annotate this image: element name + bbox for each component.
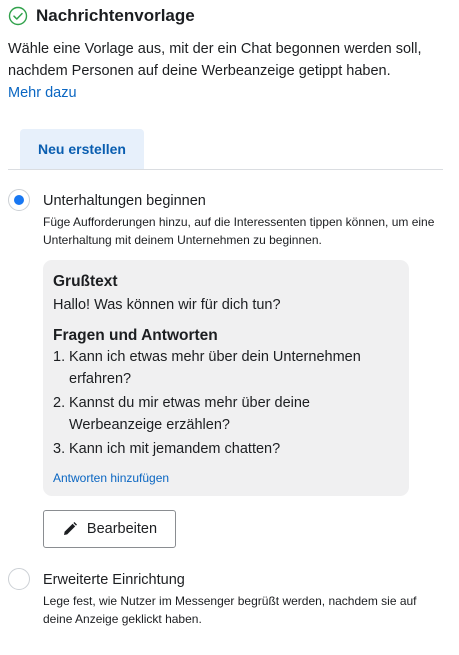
option-description-advanced-setup: Lege fest, wie Nutzer im Messenger begrü…	[43, 594, 417, 626]
add-answers-link[interactable]: Antworten hinzufügen	[53, 471, 169, 485]
section-title: Nachrichtenvorlage	[36, 6, 195, 25]
option-description-start-conversations: Füge Aufforderungen hinzu, auf die Inter…	[43, 215, 435, 247]
template-preview-card: Grußtext Hallo! Was können wir für dich …	[43, 260, 409, 496]
question-number: 3.	[53, 441, 66, 457]
edit-button-label: Bearbeiten	[86, 521, 158, 537]
list-item: 3. Kann ich mit jemandem chatten?	[53, 438, 403, 460]
divider	[8, 169, 443, 170]
radio-advanced-setup[interactable]	[8, 568, 30, 590]
list-item: 2. Kannst du mir etwas mehr über deine W…	[53, 392, 403, 436]
qa-heading: Fragen und Antworten	[53, 327, 218, 344]
section-description: Wähle eine Vorlage aus, mit der ein Chat…	[8, 41, 422, 79]
list-item: 1. Kann ich etwas mehr über dein Unterne…	[53, 346, 403, 390]
check-circle-icon	[8, 6, 28, 26]
question-text: Kann ich mit jemandem chatten?	[69, 441, 281, 457]
question-text: Kannst du mir etwas mehr über deine Werb…	[69, 395, 310, 433]
greeting-heading: Grußtext	[53, 273, 118, 290]
greeting-text: Hallo! Was können wir für dich tun?	[53, 297, 281, 313]
question-number: 2.	[53, 395, 66, 411]
question-number: 1.	[53, 349, 66, 365]
edit-button[interactable]: Bearbeiten	[43, 510, 176, 548]
option-title-advanced-setup[interactable]: Erweiterte Einrichtung	[43, 572, 185, 588]
radio-start-conversations[interactable]	[8, 189, 30, 211]
pencil-icon	[62, 521, 78, 537]
learn-more-link[interactable]: Mehr dazu	[8, 82, 77, 104]
section-header: Nachrichtenvorlage	[8, 6, 195, 26]
option-title-start-conversations[interactable]: Unterhaltungen beginnen	[43, 193, 206, 209]
question-text: Kann ich etwas mehr über dein Unternehme…	[69, 349, 361, 387]
questions-list: 1. Kann ich etwas mehr über dein Unterne…	[53, 346, 403, 462]
create-new-button[interactable]: Neu erstellen	[20, 129, 144, 169]
